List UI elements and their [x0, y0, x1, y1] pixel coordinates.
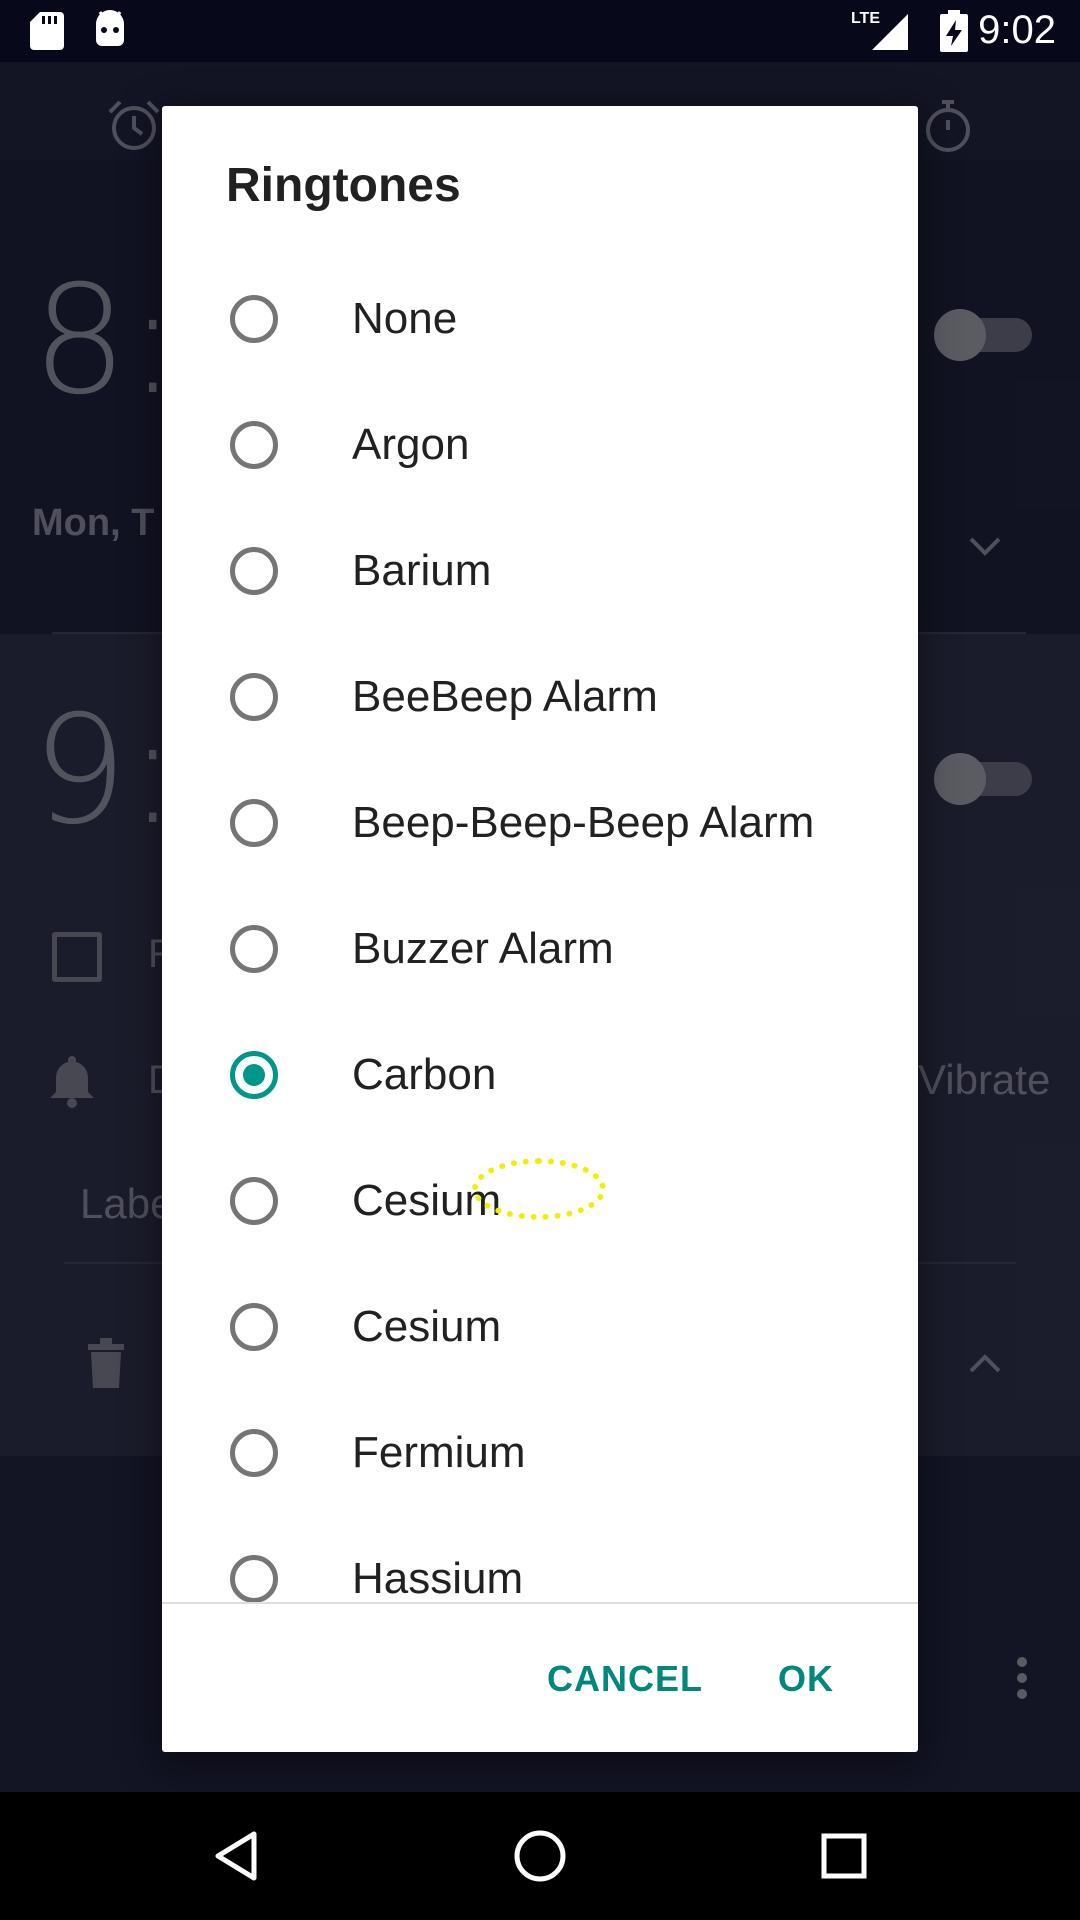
ringtone-label: Beep-Beep-Beep Alarm: [352, 798, 815, 847]
ringtone-item[interactable]: Barium: [162, 508, 918, 634]
ringtone-item[interactable]: Hassium: [162, 1516, 918, 1642]
ringtone-label: Buzzer Alarm: [352, 924, 614, 973]
radio-button[interactable]: [230, 1555, 278, 1603]
sd-card-icon: [30, 12, 64, 50]
radio-button[interactable]: [230, 295, 278, 343]
radio-button-checked[interactable]: [230, 1051, 278, 1099]
ringtone-item[interactable]: BeeBeep Alarm: [162, 634, 918, 760]
radio-button[interactable]: [230, 925, 278, 973]
ringtone-item[interactable]: Cesium: [162, 1264, 918, 1390]
home-icon[interactable]: [512, 1828, 568, 1884]
ringtone-label: Barium: [352, 546, 492, 595]
cancel-button[interactable]: CANCEL: [547, 1658, 703, 1700]
ringtone-label: Cesium: [352, 1302, 502, 1351]
radio-button[interactable]: [230, 799, 278, 847]
back-icon[interactable]: [212, 1830, 260, 1882]
ringtone-label: Fermium: [352, 1428, 526, 1477]
android-icon: [96, 10, 124, 46]
battery-charging-icon: [940, 10, 968, 52]
ringtone-item[interactable]: Carbon: [162, 1012, 918, 1138]
ringtone-label: Hassium: [352, 1554, 524, 1603]
ok-button[interactable]: OK: [778, 1658, 834, 1700]
status-bar: LTE 9:02: [0, 0, 1080, 62]
radio-button[interactable]: [230, 1177, 278, 1225]
signal-icon: [872, 14, 908, 50]
ringtone-label: BeeBeep Alarm: [352, 672, 658, 721]
ringtone-item[interactable]: Beep-Beep-Beep Alarm: [162, 760, 918, 886]
dialog-title: Ringtones: [226, 159, 461, 212]
radio-button[interactable]: [230, 547, 278, 595]
ringtone-list[interactable]: None Argon Barium BeeBeep Alarm Beep-Beep-Be…: [162, 256, 918, 1708]
status-time: 9:02: [978, 8, 1056, 52]
ringtone-label: Argon: [352, 420, 470, 469]
ringtone-item[interactable]: Argon: [162, 382, 918, 508]
recents-icon[interactable]: [820, 1832, 868, 1880]
ringtones-dialog: Ringtones None Argon Barium BeeBeep Alarm Be…: [162, 106, 918, 1752]
tap-indicator: [472, 1158, 606, 1220]
ringtone-item[interactable]: Fermium: [162, 1390, 918, 1516]
radio-button[interactable]: [230, 1429, 278, 1477]
radio-button[interactable]: [230, 421, 278, 469]
ringtone-item[interactable]: Buzzer Alarm: [162, 886, 918, 1012]
navigation-bar: [0, 1792, 1080, 1920]
ringtone-label: None: [352, 294, 458, 343]
dialog-divider: [162, 1602, 918, 1604]
ringtone-item[interactable]: None: [162, 256, 918, 382]
radio-button[interactable]: [230, 1303, 278, 1351]
ringtone-label: Carbon: [352, 1050, 497, 1099]
radio-button[interactable]: [230, 673, 278, 721]
